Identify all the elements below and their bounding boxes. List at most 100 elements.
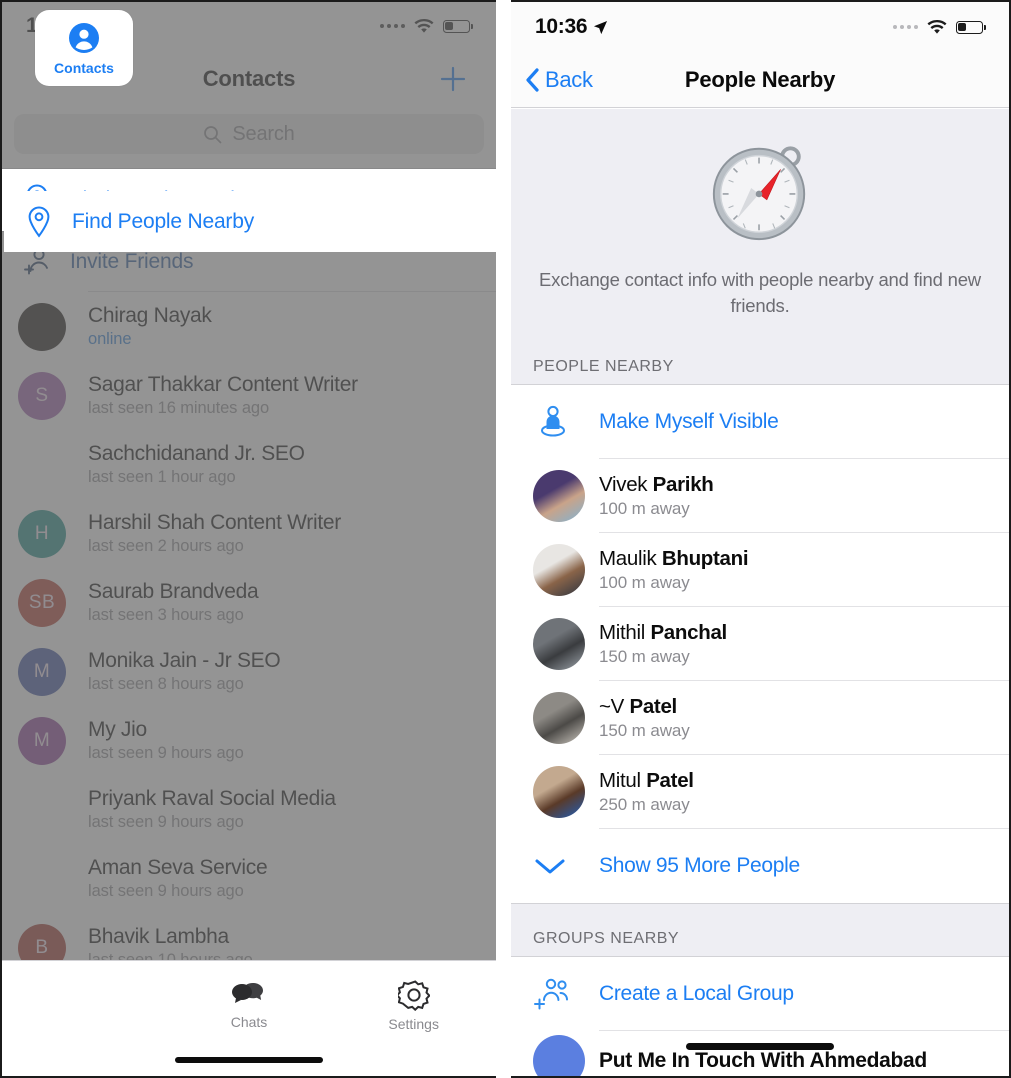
contact-status: last seen 8 hours ago	[88, 675, 244, 693]
contact-status: last seen 1 hour ago	[88, 468, 236, 486]
create-local-group-label: Create a Local Group	[599, 981, 794, 1005]
search-icon	[204, 125, 222, 143]
contact-text: Sagar Thakkar Content Writer last seen 16…	[88, 373, 358, 418]
avatar: H	[18, 509, 66, 558]
person-distance: 250 m away	[599, 794, 690, 814]
contact-name: Sachchidanand Jr. SEO	[88, 442, 305, 465]
person-row[interactable]: Vivek Parikh 100 m away	[511, 458, 1009, 533]
person-location-icon-wrap	[533, 402, 599, 442]
left-phone-screen: 10:35 Contacts	[0, 0, 496, 1078]
compass-icon	[712, 146, 806, 241]
tab-contacts[interactable]: Contacts	[35, 10, 133, 86]
person-last-name: Parikh	[652, 472, 714, 496]
person-distance: 100 m away	[599, 498, 690, 518]
create-local-group-row[interactable]: Create a Local Group	[511, 956, 1009, 1031]
contact-row[interactable]: Sachchidanand Jr. SEO last seen 1 hour ag…	[2, 430, 496, 499]
avatar	[533, 469, 585, 522]
contact-name: Sagar Thakkar Content Writer	[88, 373, 358, 396]
person-first-name: ~V	[599, 694, 630, 718]
person-first-name: Mitul	[599, 768, 647, 792]
contact-status: online	[88, 330, 132, 348]
person-row[interactable]: Maulik Bhuptani 100 m away	[511, 532, 1009, 607]
plus-icon[interactable]	[438, 64, 468, 94]
contact-row[interactable]: Priyank Raval Social Media last seen 9 ho…	[2, 775, 496, 844]
search-placeholder: Search	[232, 122, 295, 145]
person-first-name: Maulik	[599, 546, 662, 570]
contact-status: last seen 16 minutes ago	[88, 399, 270, 417]
contact-name: Monika Jain - Jr SEO	[88, 649, 281, 672]
contact-text: Monika Jain - Jr SEO last seen 8 hours ag…	[88, 649, 281, 694]
make-myself-visible-row[interactable]: Make Myself Visible	[511, 384, 1009, 459]
person-name: Maulik Bhuptani	[599, 546, 749, 571]
contact-text: Sachchidanand Jr. SEO last seen 1 hour ag…	[88, 442, 305, 487]
avatar: M	[18, 716, 66, 765]
hero-section: Exchange contact info with people nearby…	[511, 109, 1009, 342]
back-button[interactable]: Back	[511, 67, 593, 93]
home-indicator	[175, 1057, 323, 1063]
search-container: Search	[2, 108, 496, 168]
avatar: S	[18, 371, 66, 420]
show-more-people-row[interactable]: Show 95 More People	[511, 828, 1009, 903]
person-row[interactable]: ~V Patel 150 m away	[511, 680, 1009, 755]
avatar	[533, 1034, 585, 1076]
find-people-nearby-row-top[interactable]: Find People Nearby	[4, 191, 496, 253]
person-name: Mithil Panchal	[599, 621, 727, 645]
person-name: ~V Patel	[599, 695, 690, 719]
status-bar: 10:36	[511, 2, 1009, 52]
contact-row[interactable]: H Harshil Shah Content Writer last seen 2 …	[2, 499, 496, 568]
contact-status: last seen 9 hours ago	[88, 744, 244, 762]
people-list: Vivek Parikh 100 m away Maulik Bhuptani 100…	[511, 458, 1009, 829]
invite-friends-label: Invite Friends	[70, 250, 194, 273]
group-add-icon	[534, 978, 568, 1010]
people-nearby-navbar: Back People Nearby	[511, 52, 1009, 108]
avatar	[533, 691, 585, 744]
contact-text: Saurab Brandveda last seen 3 hours ago	[88, 580, 259, 625]
person-last-name: Patel	[629, 694, 677, 718]
person-name: Mitul Patel	[599, 769, 694, 793]
contact-name: Saurab Brandveda	[88, 580, 259, 603]
status-time: 10:36	[535, 15, 588, 38]
contact-row[interactable]: Aman Seva Service last seen 9 hours ago	[2, 844, 496, 913]
person-row[interactable]: Mithil Panchal 150 m away	[511, 606, 1009, 681]
person-last-name: Panchal	[650, 620, 727, 644]
contact-row[interactable]: S Sagar Thakkar Content Writer last seen 1…	[2, 361, 496, 430]
signal-dots-icon	[380, 24, 405, 28]
contact-row[interactable]: M Monika Jain - Jr SEO last seen 8 hours a…	[2, 637, 496, 706]
signal-dots-icon	[893, 25, 918, 29]
person-text: ~V Patel 150 m away	[599, 695, 690, 741]
tab-contacts-label: Contacts	[54, 59, 114, 76]
avatar	[18, 441, 66, 489]
tab-chats-label: Chats	[230, 1014, 268, 1030]
groups-nearby-section-header: GROUPS NEARBY	[533, 929, 680, 947]
search-input[interactable]: Search	[14, 114, 484, 154]
avatar	[18, 302, 66, 351]
person-text: Maulik Bhuptani 100 m away	[599, 546, 749, 593]
avatar	[18, 786, 66, 834]
contact-text: Chirag Nayak online	[88, 304, 212, 349]
person-row[interactable]: Mitul Patel 250 m away	[511, 754, 1009, 829]
contact-row[interactable]: SB Saurab Brandveda last seen 3 hours ago	[2, 568, 496, 637]
person-distance: 100 m away	[599, 572, 690, 592]
location-pin-icon	[28, 206, 50, 238]
group-row[interactable]: Put Me In Touch With Ahmedabad	[511, 1030, 1009, 1076]
groups-nearby-card: Create a Local Group Put Me In Touch Wit…	[511, 955, 1009, 1076]
people-nearby-body: Exchange contact info with people nearby…	[511, 109, 1009, 1076]
person-first-name: Vivek	[599, 472, 653, 496]
contact-row[interactable]: Chirag Nayak online	[2, 292, 496, 361]
avatar: SB	[18, 578, 66, 627]
group-name: Put Me In Touch With Ahmedabad	[599, 1048, 927, 1072]
avatar: M	[18, 647, 66, 696]
status-bar-indicators	[893, 19, 986, 35]
tab-contacts-slot	[2, 969, 167, 1076]
page-title: Contacts	[202, 66, 296, 91]
wifi-icon	[414, 18, 434, 33]
show-more-people-label: Show 95 More People	[599, 853, 800, 877]
contact-row[interactable]: M My Jio last seen 9 hours ago	[2, 706, 496, 775]
hero-description: Exchange contact info with people nearby…	[539, 269, 981, 317]
people-nearby-section-header: PEOPLE NEARBY	[533, 357, 674, 375]
avatar	[533, 617, 585, 670]
avatar	[533, 765, 585, 818]
tab-settings[interactable]: Settings	[331, 969, 496, 1076]
contact-name: Priyank Raval Social Media	[88, 787, 336, 810]
contact-status: last seen 2 hours ago	[88, 537, 244, 555]
